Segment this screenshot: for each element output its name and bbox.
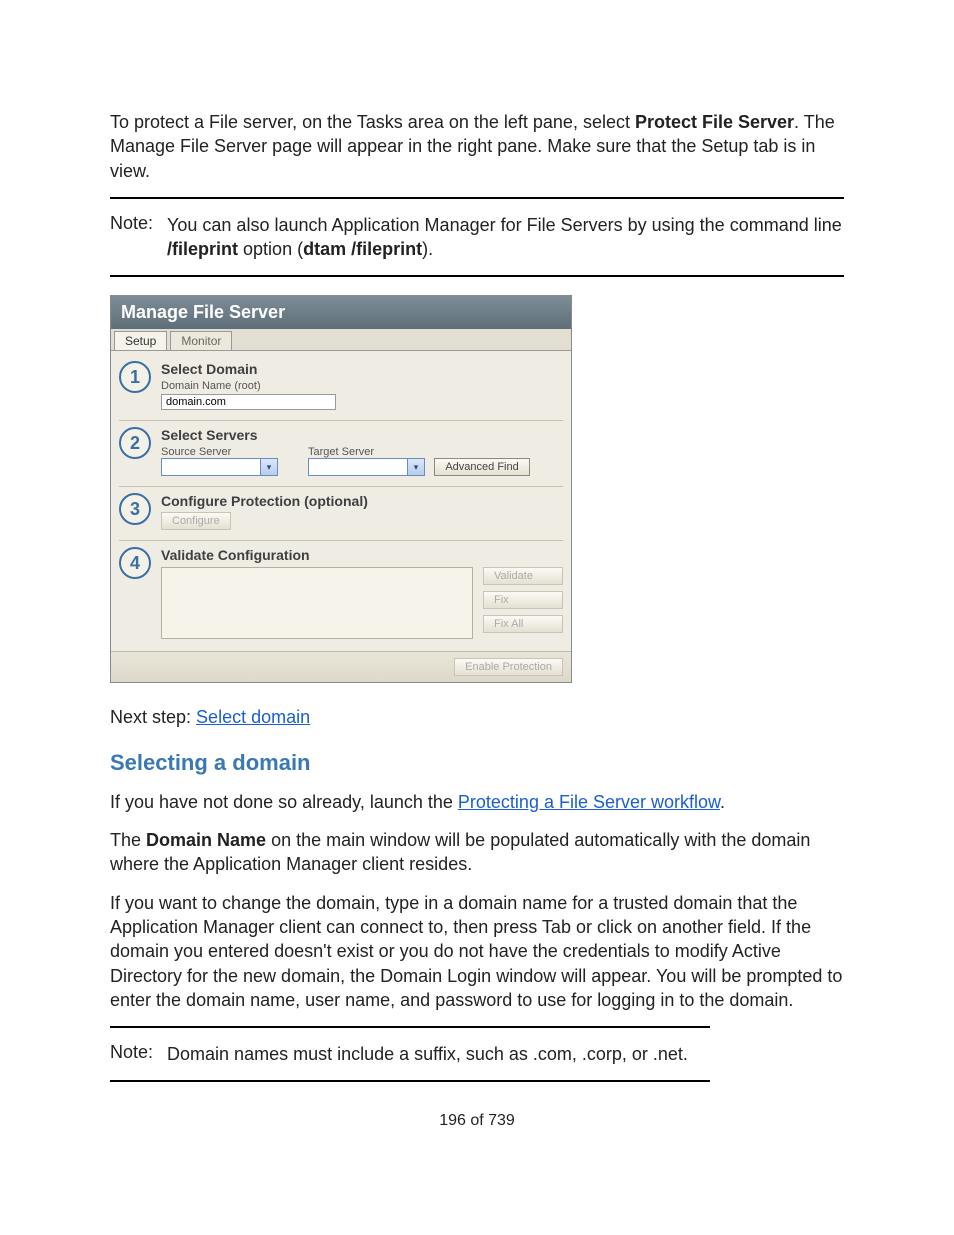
bold-text: dtam /fileprint [303,239,422,259]
target-server-label: Target Server [308,446,530,458]
step-title: Select Servers [161,427,563,443]
step-content: Select Domain Domain Name (root) [161,361,563,410]
window-title: Manage File Server [111,296,571,329]
text: Next step: [110,707,196,727]
page-number: 196 of 739 [110,1112,844,1130]
text: . [720,792,725,812]
select-domain-link[interactable]: Select domain [196,707,310,727]
text: If you have not done so already, launch … [110,792,458,812]
workflow-link[interactable]: Protecting a File Server workflow [458,792,720,812]
source-server-label: Source Server [161,446,278,458]
note-body: Domain names must include a suffix, such… [167,1042,710,1066]
paragraph: If you have not done so already, launch … [110,790,844,814]
paragraph: If you want to change the domain, type i… [110,891,844,1012]
step-3: 3 Configure Protection (optional) Config… [119,487,563,541]
step-title: Configure Protection (optional) [161,493,563,509]
divider [110,275,844,277]
fix-all-button[interactable]: Fix All [483,615,563,633]
step-1: 1 Select Domain Domain Name (root) [119,355,563,421]
step-4: 4 Validate Configuration Validate Fix Fi… [119,541,563,649]
domain-name-label: Domain Name (root) [161,380,563,392]
note-label: Note: [110,213,153,234]
divider [110,197,844,199]
step-content: Select Servers Source Server ▾ Target Se… [161,427,563,476]
note-body: You can also launch Application Manager … [167,213,844,262]
bold-text: /fileprint [167,239,238,259]
chevron-down-icon[interactable]: ▾ [408,458,425,476]
text: You can also launch Application Manager … [167,215,842,235]
advanced-find-button[interactable]: Advanced Find [434,458,529,476]
panel-footer: Enable Protection [111,651,571,682]
text: To protect a File server, on the Tasks a… [110,112,635,132]
note-label: Note: [110,1042,153,1063]
text: The [110,830,146,850]
step-content: Validate Configuration Validate Fix Fix … [161,547,563,639]
validation-results-box [161,567,473,639]
validate-button[interactable]: Validate [483,567,563,585]
step-title: Select Domain [161,361,563,377]
source-server-select[interactable] [161,458,261,476]
configure-button[interactable]: Configure [161,512,231,530]
text: ). [422,239,433,259]
fix-button[interactable]: Fix [483,591,563,609]
step-number-icon: 2 [119,427,151,459]
text: option ( [238,239,303,259]
intro-paragraph: To protect a File server, on the Tasks a… [110,110,844,183]
manage-file-server-window: Manage File Server Setup Monitor 1 Selec… [110,295,572,683]
tab-bar: Setup Monitor [111,329,571,351]
panel-body: 1 Select Domain Domain Name (root) 2 Sel… [111,351,571,651]
enable-protection-button[interactable]: Enable Protection [454,658,563,676]
target-server-select[interactable] [308,458,408,476]
step-2: 2 Select Servers Source Server ▾ Target … [119,421,563,487]
step-number-icon: 4 [119,547,151,579]
section-heading: Selecting a domain [110,750,844,776]
bold-text: Domain Name [146,830,266,850]
step-title: Validate Configuration [161,547,563,563]
tab-monitor[interactable]: Monitor [170,331,232,350]
step-number-icon: 1 [119,361,151,393]
domain-name-input[interactable] [161,394,336,410]
note-block-2: Note: Domain names must include a suffix… [110,1026,710,1082]
step-content: Configure Protection (optional) Configur… [161,493,563,530]
next-step: Next step: Select domain [110,705,844,729]
note-block: Note: You can also launch Application Ma… [110,209,844,266]
divider [110,1026,710,1028]
bold-text: Protect File Server [635,112,794,132]
tab-setup[interactable]: Setup [114,331,167,350]
divider [110,1080,710,1082]
paragraph: The Domain Name on the main window will … [110,828,844,877]
chevron-down-icon[interactable]: ▾ [261,458,278,476]
step-number-icon: 3 [119,493,151,525]
